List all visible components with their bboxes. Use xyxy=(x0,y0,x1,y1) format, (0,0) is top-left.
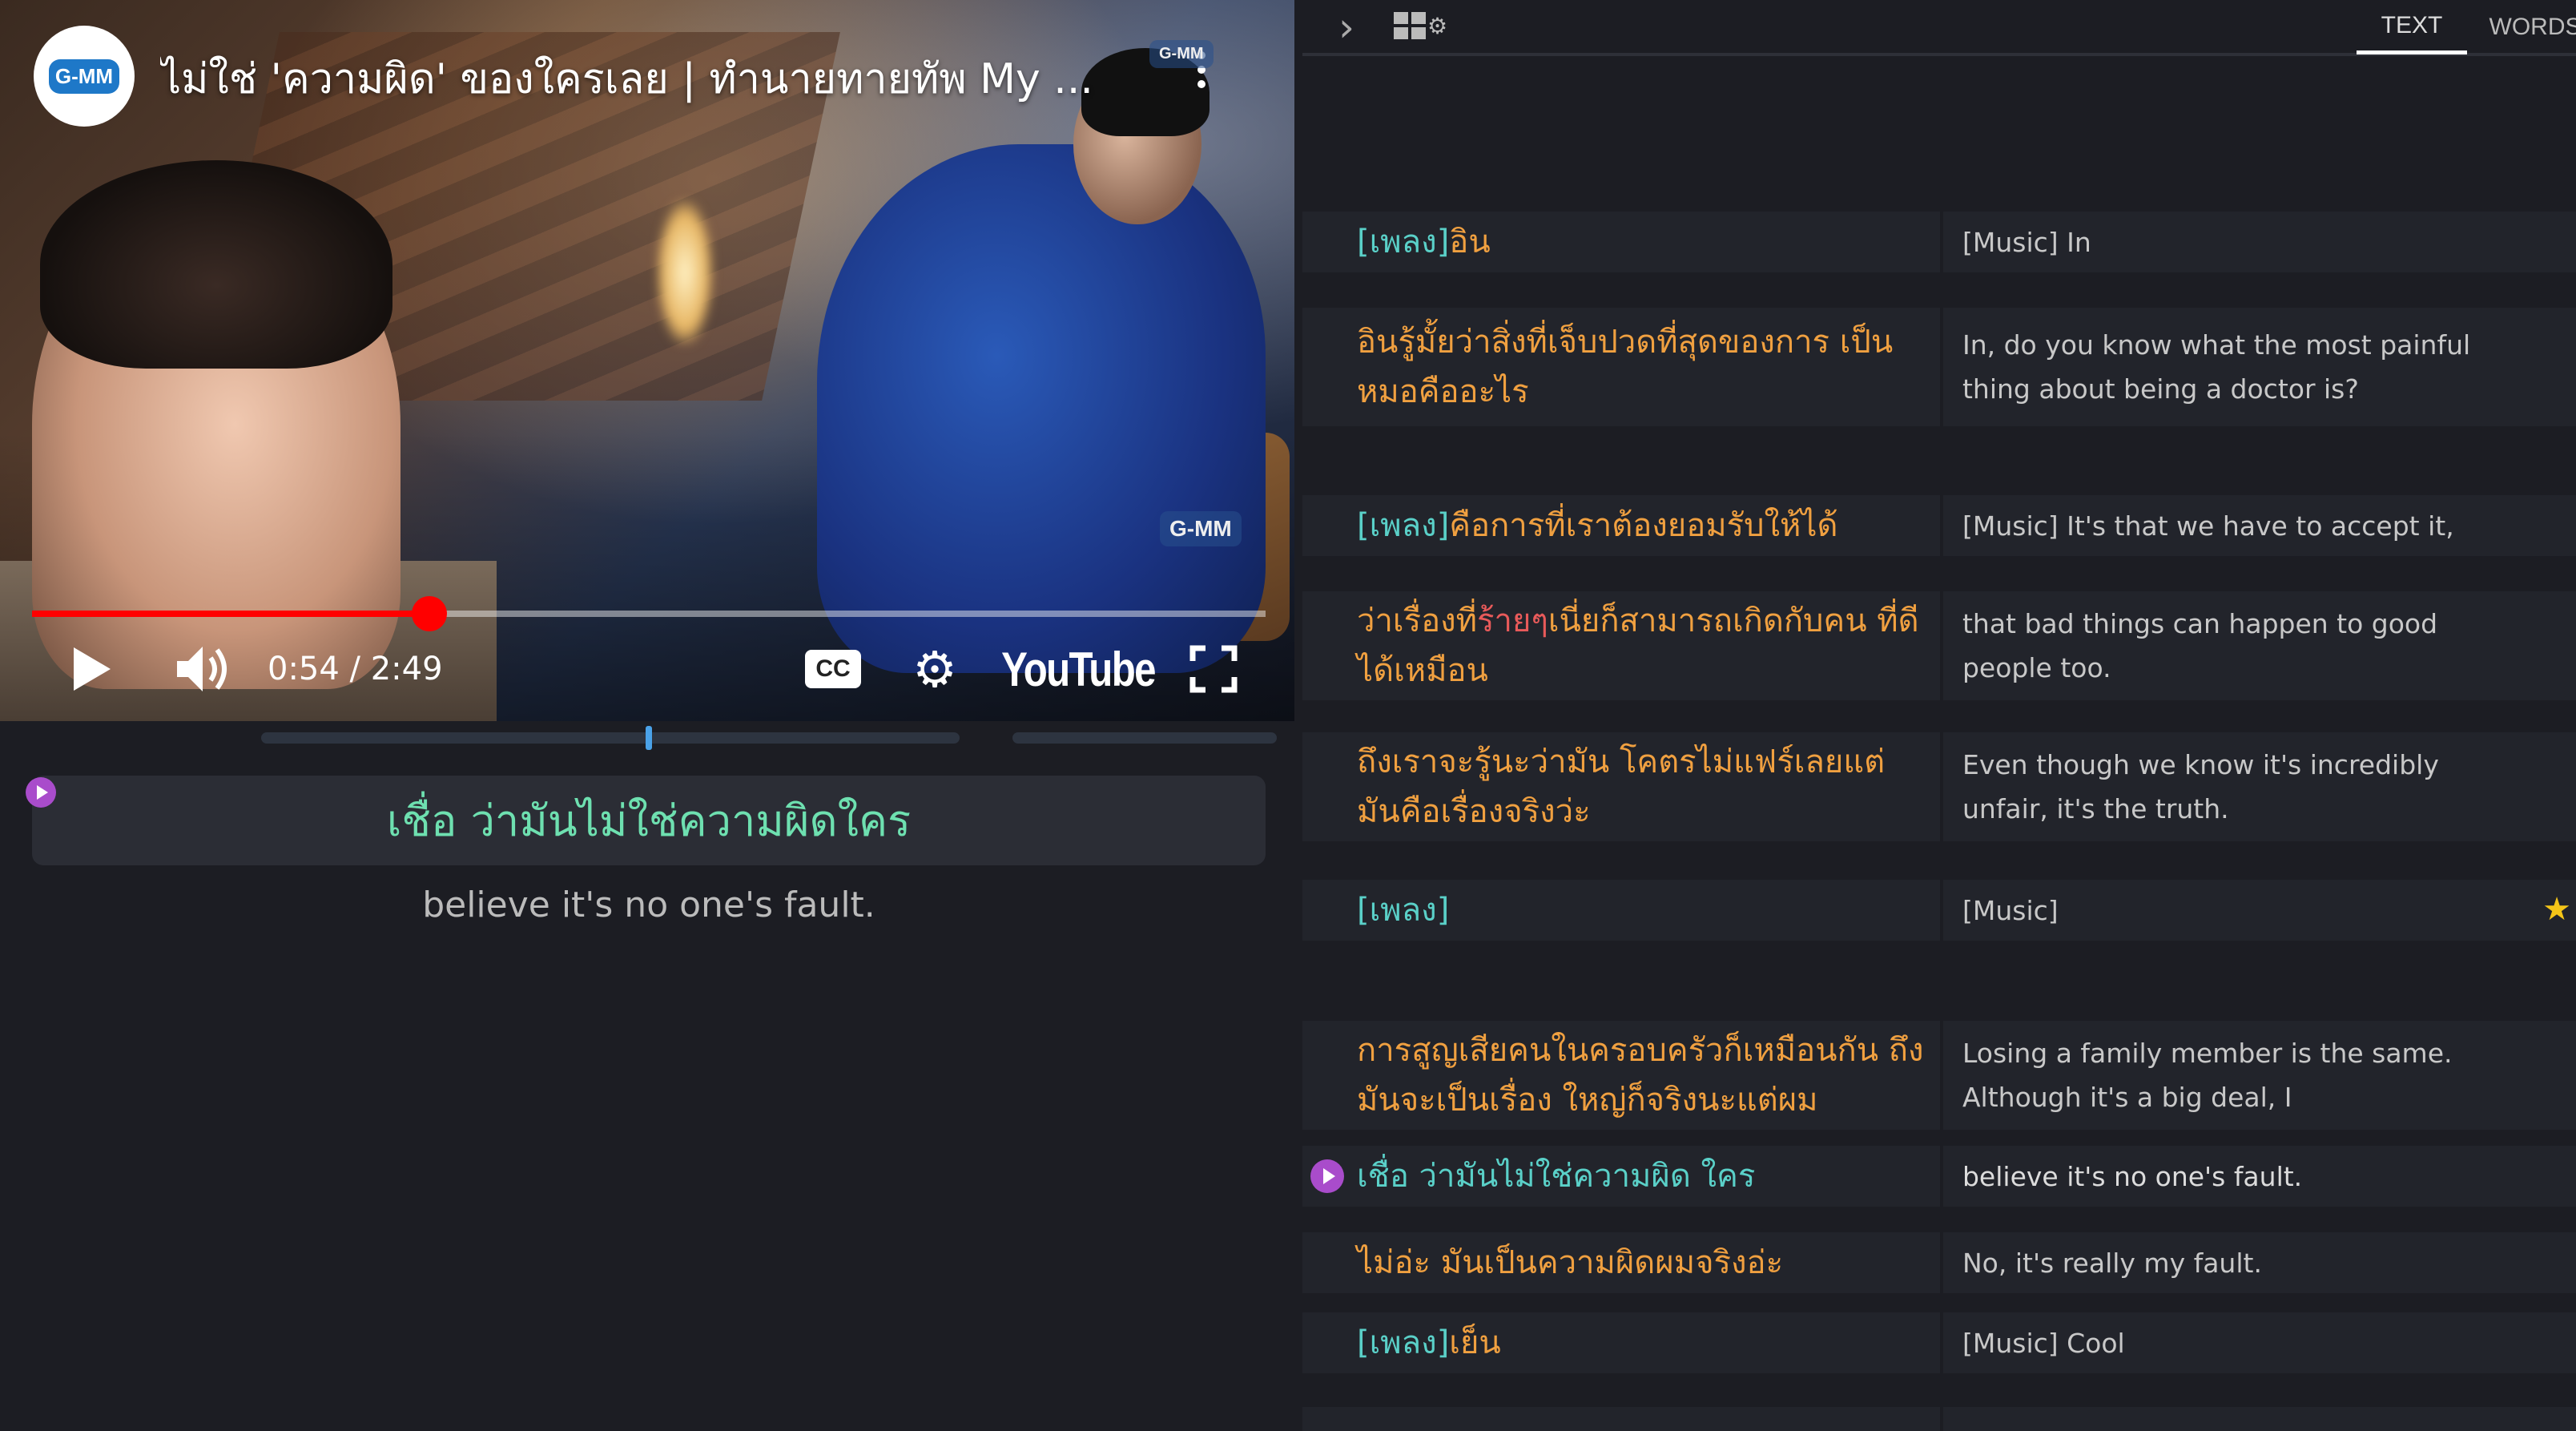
caption-timeline-marker[interactable] xyxy=(646,726,652,750)
video-frame-person-right xyxy=(817,144,1266,673)
thai-text: คือการที่เราต้องยอมรับให้ได้ xyxy=(1449,507,1838,544)
transcript-row[interactable]: [เพลง] อิน [Music] In xyxy=(1302,212,2576,272)
transcript-thai[interactable]: การสูญเสียคนในครอบครัวก็เหมือนกัน ถึงมัน… xyxy=(1302,1021,1940,1130)
transcript-english[interactable]: In, do you know what the most painful th… xyxy=(1942,308,2576,426)
transcript-english[interactable]: Even though we know it's incredibly unfa… xyxy=(1942,732,2576,841)
music-tag: [เพลง] xyxy=(1357,224,1450,260)
transcript-english[interactable]: Losing a family member is the same. Alth… xyxy=(1942,1021,2576,1130)
gear-icon: ⚙ xyxy=(912,639,957,699)
youtube-logo[interactable]: YouTube xyxy=(1001,641,1156,697)
transcript-thai[interactable]: ว่าเรื่องที่ร้ายๆเนี่ยก็สามารถเกิดกับคน … xyxy=(1302,591,1940,700)
thai-text: อิน xyxy=(1449,224,1491,260)
transcript-thai[interactable]: ถึงเราจะรู้นะว่ามัน โคตรไม่แฟร์เลยแต่มัน… xyxy=(1302,732,1940,841)
play-button[interactable] xyxy=(64,641,120,697)
chevron-right-icon[interactable]: › xyxy=(1326,3,1366,51)
transcript-thai[interactable]: [เพลง] xyxy=(1302,880,1940,941)
fullscreen-icon xyxy=(1189,645,1238,693)
transcript-row[interactable]: [เพลง] เย็น [Music] Cool xyxy=(1302,1312,2576,1373)
video-player[interactable]: G-MM ไม่ใช่ 'ความผิด' ของใครเลย | ทำนายท… xyxy=(0,0,1294,721)
thai-highlight: ร้ายๆ xyxy=(1477,603,1548,639)
settings-button[interactable]: ⚙ xyxy=(907,639,963,699)
transcript-english[interactable]: believe it's no one's fault. xyxy=(1942,1146,2576,1207)
time-display: 0:54 / 2:49 xyxy=(268,651,443,687)
channel-watermark-top: G-MM xyxy=(1149,40,1214,68)
row-play-button[interactable] xyxy=(1310,1159,1344,1193)
transcript-english[interactable]: [Music] It's that we have to accept it, xyxy=(1942,495,2576,556)
music-tag: [เพลง] xyxy=(1357,507,1450,544)
transcript-row[interactable]: [เพลง] คือการที่เราต้องยอมรับให้ได้ [Mus… xyxy=(1302,495,2576,556)
thai-text: ว่าเรื่องที่ xyxy=(1357,603,1477,639)
transcript-thai[interactable]: ไม่อ่ะ มันเป็นความผิดผมจริงอ่ะ xyxy=(1302,1232,1940,1293)
music-tag: [เพลง] xyxy=(1357,892,1450,929)
current-caption-thai: เชื่อ ว่ามันไม่ใช่ความผิดใคร xyxy=(32,776,1266,865)
channel-avatar[interactable]: G-MM xyxy=(34,26,135,127)
transcript-thai[interactable]: [เพลง] คือการที่เราต้องยอมรับให้ได้ xyxy=(1302,495,1940,556)
transcript-thai[interactable]: [เพลง] เย็น xyxy=(1302,1312,1940,1373)
caption-play-button[interactable] xyxy=(26,777,56,808)
tab-text[interactable]: TEXT xyxy=(2357,0,2467,54)
fullscreen-button[interactable] xyxy=(1185,641,1242,697)
transcript-row[interactable]: การสูญเสียคนในครอบครัวก็เหมือนกัน ถึงมัน… xyxy=(1302,1021,2576,1130)
layout-grid-icon xyxy=(1394,12,1426,39)
transcript-row-partial[interactable] xyxy=(1302,1407,2576,1431)
play-icon xyxy=(74,647,111,691)
transcript-thai[interactable]: เชื่อ ว่ามันไม่ใช่ความผิด ใคร xyxy=(1302,1146,1940,1207)
transcript-thai[interactable]: [เพลง] อิน xyxy=(1302,212,1940,272)
progress-played xyxy=(32,611,429,617)
transcript-thai[interactable] xyxy=(1302,1407,1940,1431)
video-title[interactable]: ไม่ใช่ 'ความผิด' ของใครเลย | ทำนายทายทัพ… xyxy=(160,45,1137,111)
layout-settings-button[interactable]: ⚙ xyxy=(1394,10,1450,42)
transcript-panel: › ⚙ TEXT WORDS [เพลง] อิน [Music] In อิน… xyxy=(1302,0,2576,1431)
caption-timeline-track-secondary[interactable] xyxy=(1012,732,1277,744)
transcript-row-active[interactable]: เชื่อ ว่ามันไม่ใช่ความผิด ใคร believe it… xyxy=(1302,1146,2576,1207)
transcript-english[interactable]: [Music] In xyxy=(1942,212,2576,272)
volume-button[interactable] xyxy=(168,641,240,697)
caption-timeline-track[interactable] xyxy=(261,732,960,744)
panel-toolbar: › ⚙ TEXT WORDS xyxy=(1302,0,2576,56)
video-frame-person-left-hair xyxy=(40,160,392,369)
transcript-row[interactable]: ถึงเราจะรู้นะว่ามัน โคตรไม่แฟร์เลยแต่มัน… xyxy=(1302,732,2576,841)
gear-icon: ⚙ xyxy=(1427,12,1448,39)
channel-logo-text: G-MM xyxy=(48,58,120,94)
transcript-english[interactable]: that bad things can happen to good peopl… xyxy=(1942,591,2576,700)
channel-watermark-mid: G-MM xyxy=(1160,511,1242,546)
captions-button[interactable]: CC xyxy=(801,641,865,697)
video-frame-lamp xyxy=(657,200,713,345)
volume-icon xyxy=(177,647,227,691)
transcript-english[interactable] xyxy=(1942,1407,2576,1431)
transcript-english[interactable]: [Music] xyxy=(1942,880,2576,941)
transcript-row[interactable]: ไม่อ่ะ มันเป็นความผิดผมจริงอ่ะ No, it's … xyxy=(1302,1232,2576,1293)
transcript-english[interactable]: No, it's really my fault. xyxy=(1942,1232,2576,1293)
tab-words[interactable]: WORDS xyxy=(2483,0,2576,54)
progress-bar[interactable] xyxy=(32,596,1266,631)
thai-text: เย็น xyxy=(1449,1324,1501,1361)
music-tag: [เพลง] xyxy=(1357,1324,1450,1361)
transcript-row[interactable]: อินรู้มั้ยว่าสิ่งที่เจ็บปวดที่สุดของการ … xyxy=(1302,308,2576,426)
transcript-english[interactable]: [Music] Cool xyxy=(1942,1312,2576,1373)
current-caption-english: believe it's no one's fault. xyxy=(422,885,875,925)
transcript-row[interactable]: [เพลง] [Music] ★ xyxy=(1302,880,2576,941)
star-icon[interactable]: ★ xyxy=(2542,891,2571,928)
cc-icon: CC xyxy=(805,650,861,688)
progress-scrubber-handle[interactable] xyxy=(411,596,447,631)
transcript-thai[interactable]: อินรู้มั้ยว่าสิ่งที่เจ็บปวดที่สุดของการ … xyxy=(1302,308,1940,426)
transcript-row[interactable]: ว่าเรื่องที่ร้ายๆเนี่ยก็สามารถเกิดกับคน … xyxy=(1302,591,2576,700)
